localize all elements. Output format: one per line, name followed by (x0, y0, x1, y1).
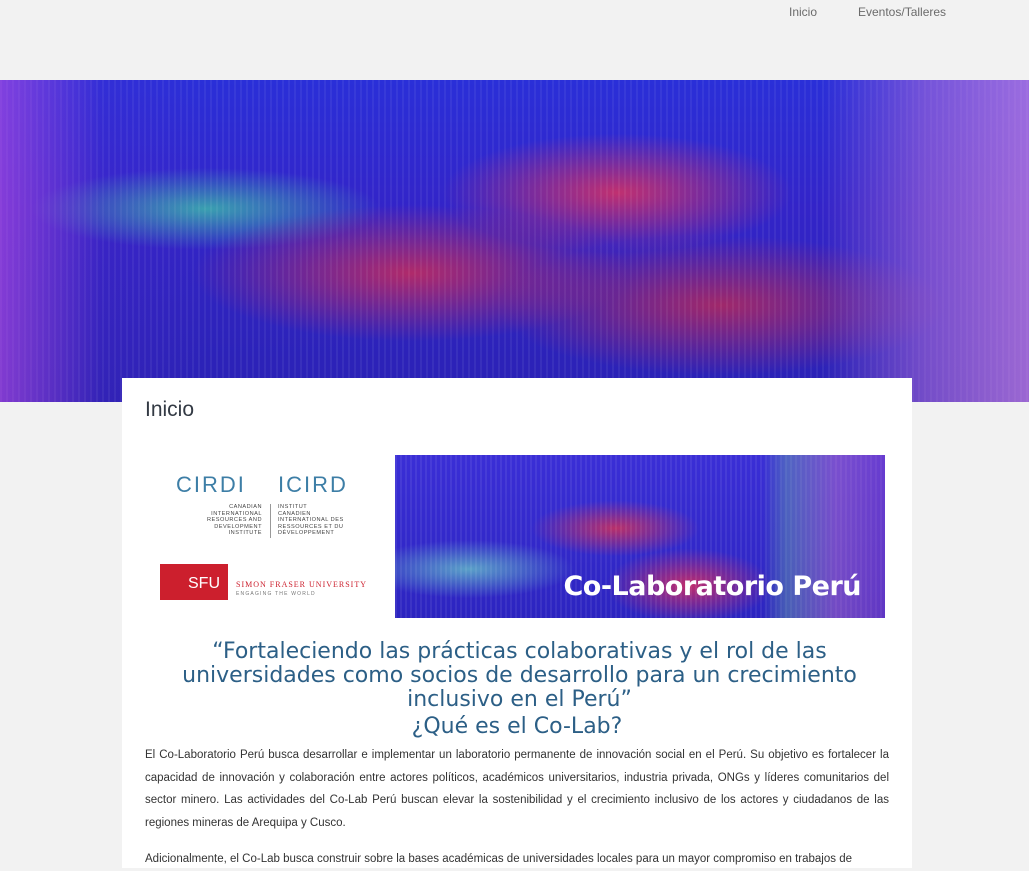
banner-title: Co-Laboratorio Perú (563, 571, 861, 602)
intro-paragraph: El Co-Laboratorio Perú busca desarrollar… (145, 749, 889, 829)
content-card: Inicio CIRDI ICIRD CANADIAN INTERNATIONA… (122, 378, 912, 868)
second-paragraph: Adicionalmente, el Co-Lab busca construi… (145, 853, 852, 865)
tagline-quote: “Fortaleciendo las prácticas colaborativ… (182, 639, 857, 712)
sfu-university-name: SIMON FRASER UNIVERSITY (236, 580, 368, 589)
page-title: Inicio (145, 398, 195, 421)
cirdi-wordmark: CIRDI (176, 472, 246, 497)
hero-banner-image (0, 80, 1029, 402)
sfu-logo-box: SFU (160, 564, 228, 600)
co-lab-banner-image: Co-Laboratorio Perú (395, 455, 885, 618)
sfu-logo: SFU SIMON FRASER UNIVERSITY ENGAGING THE… (160, 564, 385, 600)
icird-wordmark: ICIRD (278, 472, 348, 497)
nav-item-eventos-talleres[interactable]: Eventos/Talleres (858, 5, 946, 19)
icird-subtitle: INSTITUT CANADIEN INTERNATIONAL DES RESS… (278, 504, 344, 537)
sfu-abbreviation: SFU (188, 575, 220, 592)
logo-divider (270, 504, 271, 538)
sfu-tagline: ENGAGING THE WORLD (236, 591, 316, 597)
section-heading: ¿Qué es el Co-Lab? (411, 714, 623, 739)
cirdi-icird-logo: CIRDI ICIRD CANADIAN INTERNATIONAL RESOU… (174, 472, 374, 542)
nav-item-inicio[interactable]: Inicio (789, 5, 817, 19)
cirdi-subtitle: CANADIAN INTERNATIONAL RESOURCES AND DEV… (207, 504, 262, 537)
top-navigation: Inicio Eventos/Talleres (0, 0, 1029, 80)
